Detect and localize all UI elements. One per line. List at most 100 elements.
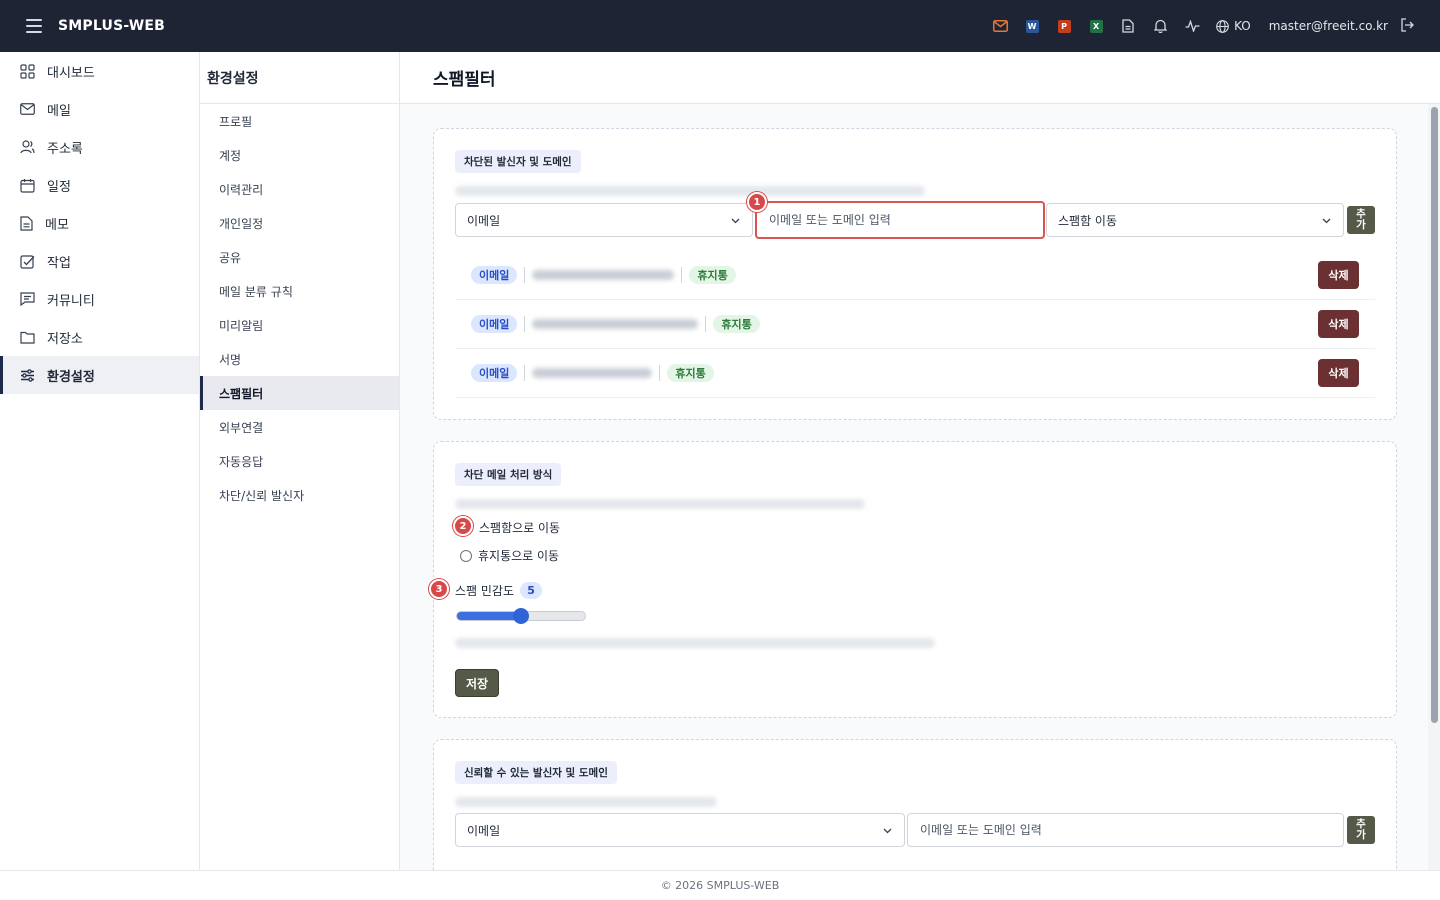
content-scrollbar[interactable] — [1428, 104, 1440, 870]
delete-button[interactable]: 삭제 — [1318, 261, 1359, 289]
settings-item-blocked-trusted[interactable]: 차단/신뢰 발신자 — [200, 478, 399, 512]
settings-item-external-connect[interactable]: 외부연결 — [200, 410, 399, 444]
blocked-address-input[interactable] — [755, 201, 1045, 239]
sensitivity-label: 스팸 민감도 — [455, 584, 515, 598]
type-tag: 이메일 — [471, 364, 518, 382]
language-label: KO — [1234, 19, 1251, 33]
radio-label: 휴지통으로 이동 — [478, 549, 560, 563]
settings-item-history[interactable]: 이력관리 — [200, 172, 399, 206]
section-description-redacted — [455, 797, 717, 807]
scrollbar-thumb[interactable] — [1431, 107, 1438, 723]
blocked-list-row: 이메일 휴지통 삭제 — [455, 300, 1375, 349]
sidebar-item-label: 작업 — [47, 255, 71, 271]
language-switcher[interactable]: KO — [1216, 19, 1251, 33]
sidebar-item-label: 대시보드 — [47, 65, 95, 81]
blocked-type-select[interactable]: 이메일 — [455, 203, 753, 237]
chevron-down-icon — [883, 828, 892, 834]
activity-icon[interactable] — [1176, 0, 1208, 52]
delete-button[interactable]: 삭제 — [1318, 310, 1359, 338]
redacted-address — [532, 270, 675, 280]
sidebar-item-settings[interactable]: 환경설정 — [0, 356, 199, 394]
settings-sliders-icon — [21, 368, 34, 382]
section-description-redacted — [455, 186, 925, 196]
radio-circle — [460, 549, 472, 562]
footer-copyright: © 2026 SMPLUS-WEB — [660, 879, 780, 892]
menu-icon[interactable] — [26, 19, 42, 33]
section-badge: 차단된 발신자 및 도메인 — [455, 150, 581, 173]
settings-item-account[interactable]: 계정 — [200, 138, 399, 172]
sidebar-item-label: 커뮤니티 — [47, 293, 95, 309]
mail-icon[interactable] — [984, 0, 1016, 52]
sidebar-item-mail[interactable]: 메일 — [0, 90, 199, 128]
blocked-list-row: 이메일 휴지통 삭제 — [455, 251, 1375, 300]
sidebar-item-contacts[interactable]: 주소록 — [0, 128, 199, 166]
type-tag: 이메일 — [471, 266, 518, 284]
chevron-down-icon — [731, 218, 740, 224]
sidebar-item-label: 일정 — [47, 179, 71, 195]
powerpoint-doc-icon[interactable]: P — [1048, 0, 1080, 52]
blocked-handling-card: 차단 메일 처리 방식 2 스팸함으로 이동 휴지통으로 이동 3 스팸 민감도… — [429, 441, 1397, 718]
trusted-type-select[interactable]: 이메일 — [455, 813, 905, 847]
delete-button[interactable]: 삭제 — [1318, 359, 1359, 387]
blocked-action-select[interactable]: 스팸함 이동 — [1046, 203, 1344, 237]
slider-fill — [457, 612, 521, 620]
top-bar: SMPLUS-WEB W P X KO master@freeit.co.kr — [0, 0, 1440, 52]
folder-icon — [20, 331, 35, 344]
app-brand[interactable]: SMPLUS-WEB — [58, 18, 165, 34]
slider-thumb[interactable] — [513, 608, 529, 624]
sidebar-item-calendar[interactable]: 일정 — [0, 166, 199, 204]
community-icon — [20, 292, 35, 306]
sidebar-item-storage[interactable]: 저장소 — [0, 318, 199, 356]
settings-item-spam-filter[interactable]: 스팸필터 — [200, 376, 399, 410]
sidebar-item-community[interactable]: 커뮤니티 — [0, 280, 199, 318]
settings-item-reminders[interactable]: 미리알림 — [200, 308, 399, 342]
trusted-address-input[interactable] — [907, 813, 1344, 847]
sidebar-item-label: 주소록 — [47, 141, 83, 157]
settings-item-profile[interactable]: 프로필 — [200, 104, 399, 138]
sidebar-item-memo[interactable]: 메모 — [0, 204, 199, 242]
destination-tag: 휴지통 — [713, 315, 760, 333]
sidebar-item-label: 저장소 — [47, 331, 83, 347]
settings-item-mail-rules[interactable]: 메일 분류 규칙 — [200, 274, 399, 308]
settings-item-signature[interactable]: 서명 — [200, 342, 399, 376]
blocked-add-button[interactable]: 추가 — [1347, 206, 1375, 234]
step-marker-1: 1 — [747, 192, 767, 212]
type-tag: 이메일 — [471, 315, 518, 333]
bell-icon[interactable] — [1144, 0, 1176, 52]
step-marker-3: 3 — [429, 579, 449, 599]
task-icon — [20, 254, 35, 269]
radio-move-to-spam[interactable]: 스팸함으로 이동 — [479, 519, 560, 536]
sensitivity-slider[interactable] — [456, 608, 586, 624]
main-content: 차단된 발신자 및 도메인 이메일 1 스팸함 이동 추가 이메일 휴지통 삭제… — [400, 104, 1428, 870]
settings-item-auto-reply[interactable]: 자동응답 — [200, 444, 399, 478]
excel-doc-icon[interactable]: X — [1080, 0, 1112, 52]
slider-description-redacted — [455, 638, 935, 648]
chevron-down-icon — [1322, 218, 1331, 224]
trusted-add-button[interactable]: 추가 — [1347, 816, 1375, 844]
word-doc-icon[interactable]: W — [1016, 0, 1048, 52]
main-sidebar: 대시보드 메일 주소록 일정 메모 작업 커뮤니티 저장소 환경설정 — [0, 52, 200, 870]
sensitivity-value-badge: 5 — [520, 582, 543, 599]
logout-icon[interactable] — [1400, 17, 1414, 36]
footer: © 2026 SMPLUS-WEB — [0, 870, 1440, 900]
settings-item-personal-schedule[interactable]: 개인일정 — [200, 206, 399, 240]
user-email[interactable]: master@freeit.co.kr — [1269, 19, 1388, 33]
file-icon[interactable] — [1112, 0, 1144, 52]
step-marker-2: 2 — [453, 516, 473, 536]
redacted-address — [532, 368, 653, 378]
select-value: 이메일 — [467, 823, 501, 838]
calendar-icon — [20, 178, 35, 193]
save-button[interactable]: 저장 — [455, 669, 500, 697]
settings-item-sharing[interactable]: 공유 — [200, 240, 399, 274]
section-badge: 차단 메일 처리 방식 — [455, 463, 562, 486]
sidebar-item-label: 환경설정 — [47, 369, 95, 385]
trusted-senders-card: 신뢰할 수 있는 발신자 및 도메인 이메일 추가 — [433, 739, 1397, 870]
sensitivity-label-row: 스팸 민감도 5 — [455, 582, 543, 599]
select-value: 이메일 — [467, 213, 501, 228]
page-title: 스팸필터 — [433, 70, 496, 90]
select-value: 스팸함 이동 — [1058, 213, 1118, 228]
radio-move-to-trash[interactable]: 휴지통으로 이동 — [460, 547, 559, 564]
sidebar-item-label: 메일 — [47, 103, 71, 119]
sidebar-item-tasks[interactable]: 작업 — [0, 242, 199, 280]
sidebar-item-dashboard[interactable]: 대시보드 — [0, 52, 199, 90]
